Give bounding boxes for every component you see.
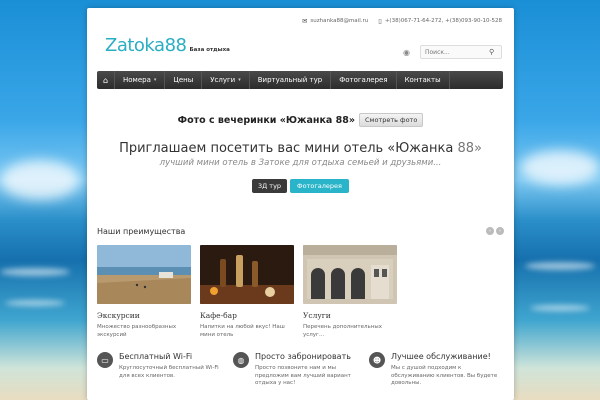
hero-subtitle: лучший мини отель в Затоке для отдыха се… bbox=[159, 158, 442, 168]
view-photos-button[interactable]: Смотреть фото bbox=[359, 113, 424, 127]
globe-icon: ◍ bbox=[233, 352, 249, 368]
header-contacts: ✉ suzhanka88@mail.ru ▯ +(38)067-71-64-27… bbox=[302, 17, 502, 25]
card-title[interactable]: Услуги bbox=[303, 311, 397, 320]
nav-item-rooms[interactable]: Номера ▾ bbox=[115, 71, 166, 89]
cafe-bar-image[interactable] bbox=[200, 245, 294, 304]
nav-item-contacts[interactable]: Контакты bbox=[397, 71, 450, 89]
features-row: ▭ Бесплатный Wi-Fi Круглосуточный беспла… bbox=[97, 352, 505, 388]
chevron-down-icon: ▾ bbox=[153, 77, 157, 83]
nav-item-gallery[interactable]: Фотогалерея bbox=[331, 71, 397, 89]
advantage-card[interactable]: Кафе-бар Напитки на любой вкус! Наш мини… bbox=[200, 245, 294, 339]
home-icon[interactable]: ⌂ bbox=[97, 71, 115, 89]
background-wave bbox=[5, 300, 65, 306]
monitor-icon: ▭ bbox=[97, 352, 113, 368]
feature-description: Просто позвоните нам и мы предложим вам … bbox=[255, 365, 351, 386]
background-wave bbox=[0, 268, 70, 276]
phone-icon: ▯ bbox=[378, 17, 382, 25]
3d-tour-button[interactable]: 3Д тур bbox=[252, 179, 288, 193]
chevron-down-icon: ▾ bbox=[238, 77, 241, 83]
main-nav: ⌂ Номера ▾ Цены Услуги ▾ Виртуальный тур Ф… bbox=[97, 71, 503, 89]
card-title[interactable]: Кафе-бар bbox=[200, 311, 294, 320]
feature-title: Лучшее обслуживание! bbox=[391, 352, 491, 361]
feature-item: ▭ Бесплатный Wi-Fi Круглосуточный беспла… bbox=[97, 352, 233, 388]
background-wave bbox=[525, 262, 595, 270]
email-text[interactable]: suzhanka88@mail.ru bbox=[310, 18, 368, 24]
phone-text: +(38)067-71-64-272, +(38)093-90-10-528 bbox=[384, 18, 502, 24]
feature-description: Мы с душой подходим к обслуживанию клиен… bbox=[391, 365, 498, 386]
services-image[interactable] bbox=[303, 245, 397, 304]
mail-icon: ✉ bbox=[301, 17, 308, 25]
background-wave bbox=[530, 305, 590, 311]
advantage-card[interactable]: Услуги Перечень дополнительных услуг... bbox=[303, 245, 397, 339]
arrow-right-icon[interactable]: › bbox=[496, 227, 504, 235]
excursion-image[interactable] bbox=[97, 245, 191, 304]
carousel-arrows: ‹ › bbox=[486, 227, 504, 235]
nav-item-virtual-tour[interactable]: Виртуальный тур bbox=[250, 71, 332, 89]
feature-item: ◍ Просто забронировать Просто позвоните … bbox=[233, 352, 369, 388]
advantages-cards: Экскурсии Множество разнообразных экскур… bbox=[97, 245, 397, 339]
feature-item: ☻ Лучшее обслуживание! Мы с душой подход… bbox=[369, 352, 505, 388]
arrow-left-icon[interactable]: ‹ bbox=[486, 227, 494, 235]
card-title[interactable]: Экскурсии bbox=[97, 311, 191, 320]
logo-subtitle: База отдыха bbox=[189, 47, 230, 53]
contact-email[interactable]: ✉ suzhanka88@mail.ru bbox=[302, 17, 368, 25]
hero-buttons: 3Д тур Фотогалерея bbox=[87, 179, 514, 193]
site-logo[interactable]: Zatoka88 База отдыха bbox=[105, 35, 230, 56]
feature-description: Круглосуточный бесплатный Wi-Fi для всех… bbox=[119, 365, 219, 379]
feature-title: Просто забронировать bbox=[255, 352, 351, 361]
card-description: Напитки на любой вкус! Наш мини отель bbox=[200, 324, 285, 338]
promo-bar: Фото с вечеринки «Южанка 88» Смотреть фо… bbox=[87, 113, 514, 127]
nav-item-prices[interactable]: Цены bbox=[165, 71, 203, 89]
advantages-heading: Наши преимущества bbox=[97, 227, 186, 236]
gallery-button[interactable]: Фотогалерея bbox=[290, 179, 349, 193]
card-description: Множество разнообразных экскурсий bbox=[97, 324, 177, 338]
rss-icon[interactable]: ◉ bbox=[403, 48, 410, 57]
nav-item-services[interactable]: Услуги ▾ bbox=[202, 71, 250, 89]
search-box: ⚲ bbox=[420, 45, 502, 59]
contact-phone: ▯ +(38)067-71-64-272, +(38)093-90-10-528 bbox=[378, 17, 502, 25]
search-icon[interactable]: ⚲ bbox=[489, 48, 494, 56]
logo-main-text[interactable]: Zatoka88 bbox=[105, 35, 187, 56]
background-cloud bbox=[0, 160, 80, 200]
promo-text: Фото с вечеринки «Южанка 88» bbox=[177, 114, 355, 126]
background-cloud bbox=[520, 150, 600, 185]
page-container: ✉ suzhanka88@mail.ru ▯ +(38)067-71-64-27… bbox=[87, 8, 514, 400]
feature-title: Бесплатный Wi-Fi bbox=[119, 352, 193, 361]
hero-title: Приглашаем посетить вас мини отель «Южан… bbox=[119, 141, 482, 156]
advantage-card[interactable]: Экскурсии Множество разнообразных экскур… bbox=[97, 245, 191, 339]
search-input[interactable] bbox=[421, 48, 487, 56]
user-icon: ☻ bbox=[369, 352, 385, 368]
card-description: Перечень дополнительных услуг... bbox=[303, 324, 382, 338]
